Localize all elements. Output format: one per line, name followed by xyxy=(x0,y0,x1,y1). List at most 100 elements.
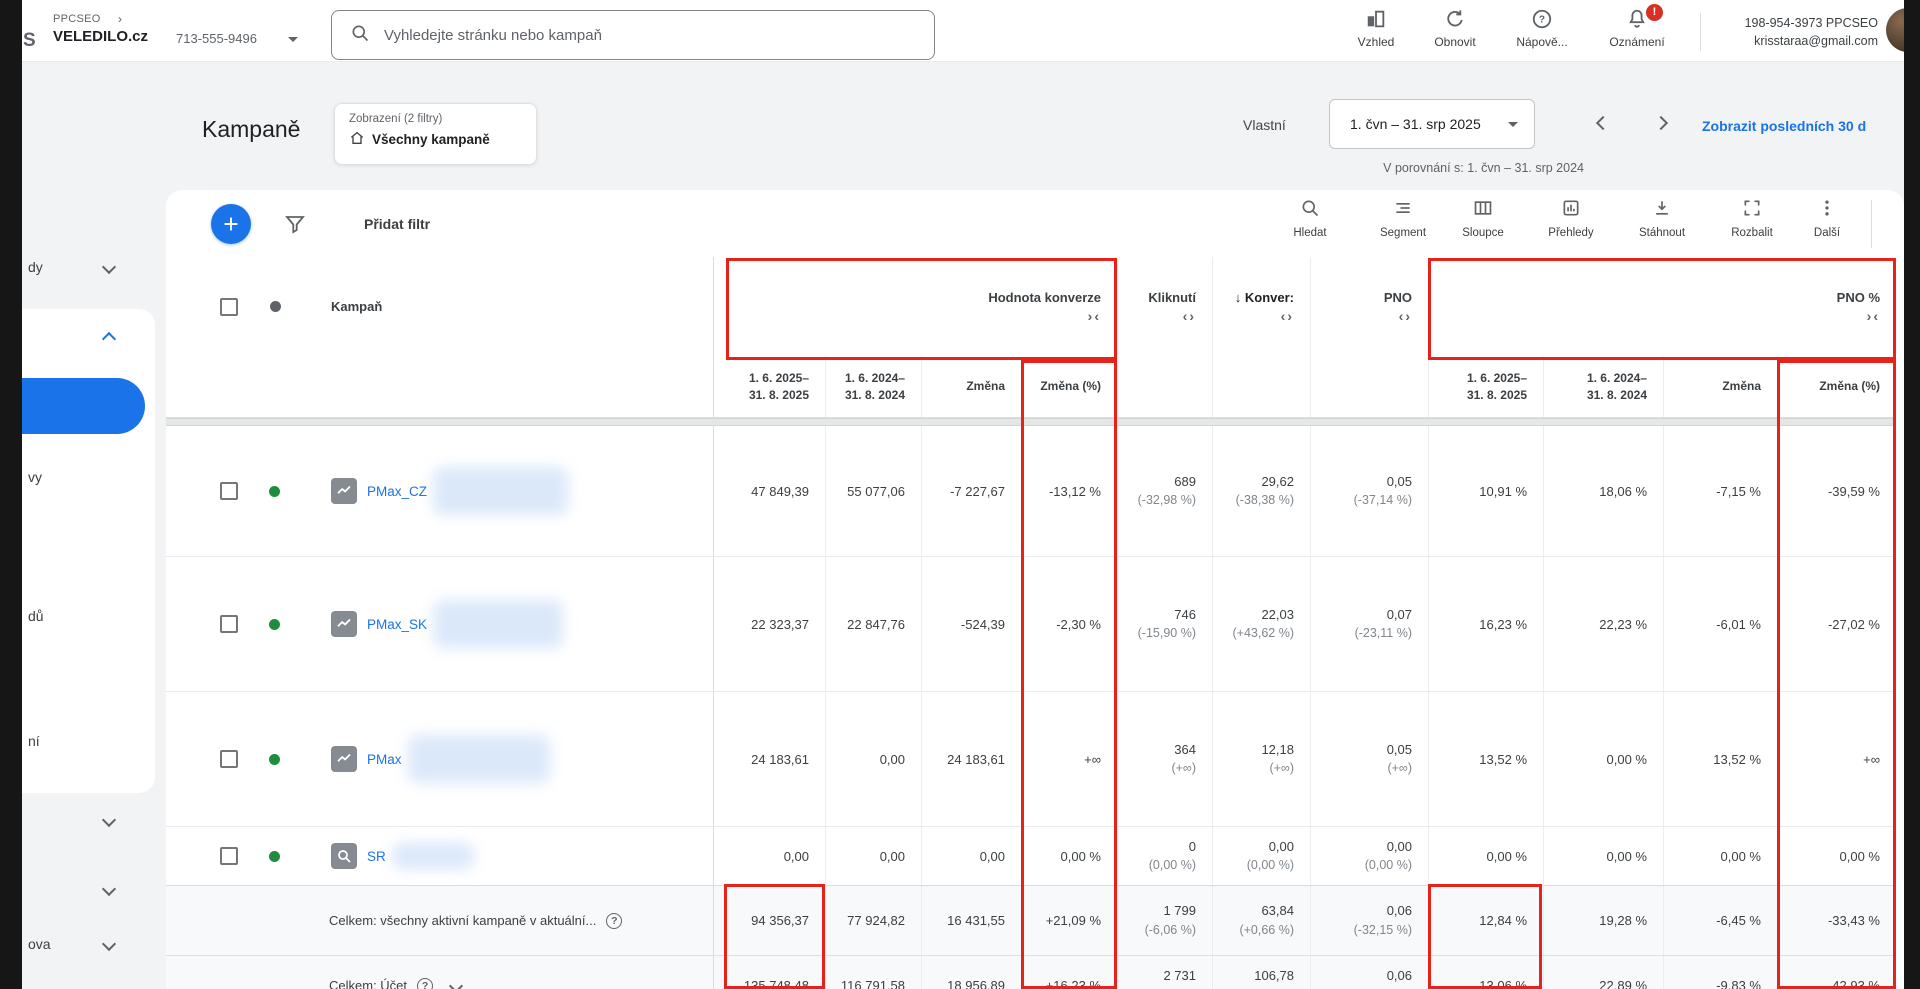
comparison-note: V porovnání s: 1. čvn – 31. srp 2024 xyxy=(1200,161,1584,175)
right-screen-edge xyxy=(1904,0,1920,989)
redacted-campaign-name-blur xyxy=(433,467,568,515)
plus-icon xyxy=(220,213,242,235)
column-header-pno: PNO ‹› xyxy=(1310,257,1428,356)
profile-customer-id: 198-954-3973 PPCSEO xyxy=(1712,14,1878,32)
horizontal-scrollbar[interactable] xyxy=(166,418,1896,426)
cell-clicks: 0(0,00 %) xyxy=(1117,827,1212,885)
help-icon[interactable]: ? xyxy=(606,913,622,929)
column-group-pno-pct: PNO % ›‹ xyxy=(1428,257,1896,356)
row-checkbox[interactable] xyxy=(220,482,238,500)
chevron-down-icon[interactable] xyxy=(102,260,116,274)
sidebar-item-fragment-5[interactable]: ova xyxy=(28,936,51,952)
campaign-link[interactable]: PMax_CZ xyxy=(367,484,427,499)
campaign-link[interactable]: PMax_SK xyxy=(367,617,427,632)
cell-conversions: 0,00(0,00 %) xyxy=(1212,827,1310,885)
table-row: PMax_SK 22 323,37 22 847,76 -524,39 -2,3… xyxy=(166,557,1896,692)
cell-conv-value-previous: 55 077,06 xyxy=(825,426,921,556)
cell-conv-value-previous: 0,00 xyxy=(825,827,921,885)
cell-pno-pct-current: 0,00 % xyxy=(1428,827,1543,885)
more-button[interactable]: Další xyxy=(1792,198,1862,239)
help-icon: ? xyxy=(1506,8,1578,32)
cell-pno-pct-current: 10,91 % xyxy=(1428,426,1543,556)
account-switcher-caret-icon[interactable] xyxy=(288,37,298,42)
redacted-campaign-name-blur xyxy=(408,735,550,783)
date-range-caret-icon xyxy=(1508,122,1518,127)
chevron-down-icon[interactable] xyxy=(102,813,116,827)
status-enabled-dot-icon xyxy=(269,851,280,862)
campaign-type-pmax-icon xyxy=(331,746,357,772)
app-logo-fragment: S xyxy=(23,30,36,52)
expand-comparison-control[interactable]: ‹› xyxy=(1281,309,1294,323)
search-icon xyxy=(350,23,370,48)
change-label: Změna xyxy=(1722,378,1761,394)
campaign-link[interactable]: PMax xyxy=(367,752,402,767)
show-last-30-days-link[interactable]: Zobrazit posledních 30 d xyxy=(1702,118,1902,134)
breadcrumb-client[interactable]: VELEDILO.cz xyxy=(53,28,148,45)
funnel-icon xyxy=(283,212,307,236)
global-search-input[interactable]: Vyhledejte stránku nebo kampaň xyxy=(331,10,935,60)
prev-period-button[interactable] xyxy=(1596,116,1610,130)
sidebar-item-fragment-2[interactable]: vy xyxy=(28,469,42,485)
help-button[interactable]: ? Nápově... xyxy=(1506,8,1578,49)
expand-account-total-chevron-icon[interactable] xyxy=(449,978,463,989)
date-range-select[interactable]: 1. čvn – 31. srp 2025 xyxy=(1329,99,1535,149)
filter-button[interactable] xyxy=(283,212,307,241)
cell-pno-pct-change: -7,15 % xyxy=(1663,426,1777,556)
period-current-label: 1. 6. 2025– 31. 8. 2025 xyxy=(749,370,809,402)
left-screen-edge xyxy=(0,0,22,989)
header-campaign-cell: Kampaň xyxy=(166,257,714,356)
cell-conv-value-current: 24 183,61 xyxy=(714,692,825,826)
cell-pno-pct-change: 0,00 % xyxy=(1663,827,1777,885)
help-icon[interactable]: ? xyxy=(417,978,433,989)
sidebar-item-fragment-1[interactable]: dy xyxy=(28,259,43,275)
page-title: Kampaně xyxy=(202,116,300,143)
add-campaign-button[interactable] xyxy=(211,204,251,244)
chevron-down-icon[interactable] xyxy=(102,937,116,951)
select-all-checkbox[interactable] xyxy=(220,298,238,316)
next-period-button[interactable] xyxy=(1654,116,1668,130)
expand-comparison-control[interactable]: ‹› xyxy=(1399,309,1412,323)
profile-info[interactable]: 198-954-3973 PPCSEO krisstaraa@gmail.com xyxy=(1712,14,1878,50)
sidebar-item-fragment-3[interactable]: dů xyxy=(28,608,44,624)
add-filter-label[interactable]: Přidat filtr xyxy=(364,216,430,232)
sidebar-item-fragment-4[interactable]: ní xyxy=(28,733,40,749)
download-button[interactable]: Stáhnout xyxy=(1627,198,1697,239)
cell-clicks: 364(+∞) xyxy=(1117,692,1212,826)
columns-button[interactable]: Sloupce xyxy=(1448,198,1518,239)
breadcrumb-account[interactable]: PPCSEO xyxy=(53,13,101,25)
row-checkbox[interactable] xyxy=(220,750,238,768)
cell-conv-value-change-pct: -2,30 % xyxy=(1021,557,1117,691)
row-checkbox[interactable] xyxy=(220,615,238,633)
row-checkbox[interactable] xyxy=(220,847,238,865)
table-row: PMax_CZ 47 849,39 55 077,06 -7 227,67 -1… xyxy=(166,426,1896,557)
collapse-comparison-control[interactable]: ›‹ xyxy=(1867,309,1880,323)
period-previous-label: 1. 6. 2024– 31. 8. 2024 xyxy=(1587,370,1647,402)
campaign-link[interactable]: SR xyxy=(367,849,386,864)
collapse-comparison-control[interactable]: ›‹ xyxy=(1088,309,1101,323)
expand-button[interactable]: Rozbalit xyxy=(1717,198,1787,239)
columns-icon xyxy=(1473,198,1493,218)
segment-button[interactable]: Segment xyxy=(1368,198,1438,239)
toolbar-divider xyxy=(1871,200,1872,248)
change-pct-label: Změna (%) xyxy=(1819,378,1880,394)
expand-comparison-control[interactable]: ‹› xyxy=(1183,309,1196,323)
appearance-button[interactable]: Vzhled xyxy=(1340,8,1412,49)
cell-conversions: 22,03(+43,62 %) xyxy=(1212,557,1310,691)
cell-conv-value-change-pct: 0,00 % xyxy=(1021,827,1117,885)
table-search-button[interactable]: Hledat xyxy=(1275,198,1345,239)
view-chip-label: Zobrazení (2 filtry) xyxy=(349,113,522,125)
reports-button[interactable]: Přehledy xyxy=(1536,198,1606,239)
cell-pno-pct-change: 13,52 % xyxy=(1663,692,1777,826)
sort-desc-arrow-icon[interactable]: ↓ xyxy=(1235,290,1242,305)
refresh-button[interactable]: Obnovit xyxy=(1419,8,1491,49)
redacted-campaign-name-blur xyxy=(392,843,474,869)
cell-conv-value-current: 47 849,39 xyxy=(714,426,825,556)
status-enabled-dot-icon xyxy=(269,619,280,630)
sidebar-item-selected[interactable] xyxy=(22,378,145,434)
change-label: Změna xyxy=(966,378,1005,394)
reports-icon xyxy=(1561,198,1581,218)
cell-pno: 0,00(0,00 %) xyxy=(1310,827,1428,885)
expand-icon xyxy=(1742,198,1762,218)
chevron-down-icon[interactable] xyxy=(102,882,116,896)
view-filter-chip[interactable]: Zobrazení (2 filtry) Všechny kampaně xyxy=(334,103,537,165)
